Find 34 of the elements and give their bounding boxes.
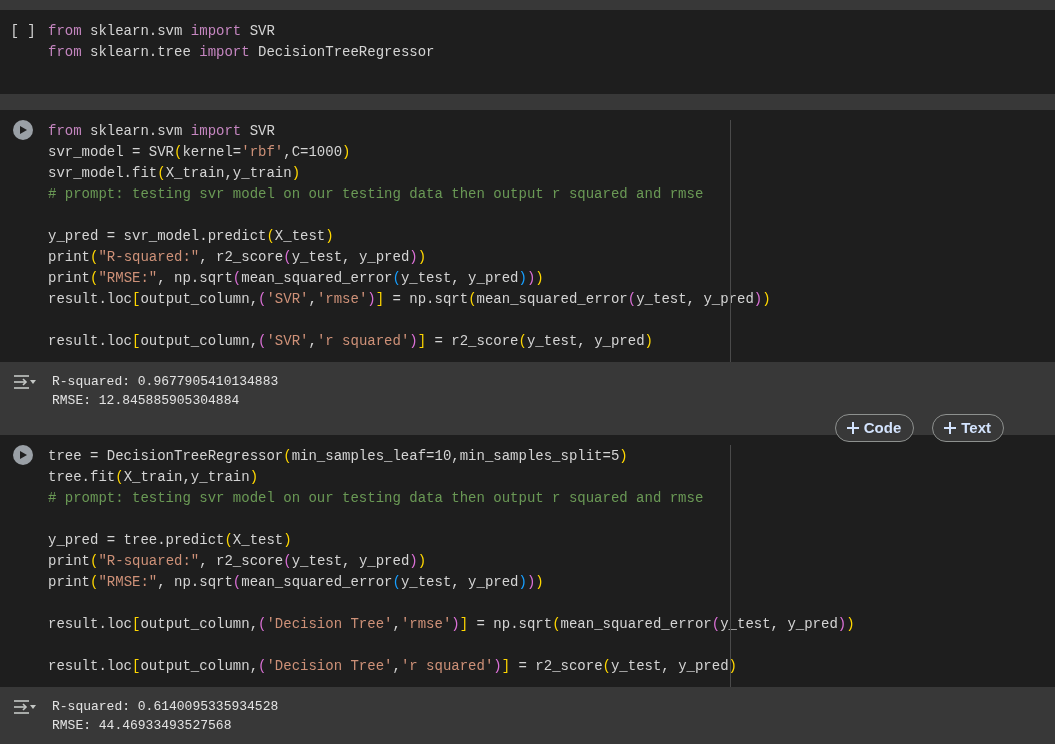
code-line: result.loc[output_column,('SVR','r squared')] = r2_score(y_test, y_pred)	[48, 332, 653, 351]
code-line: print("R-squared:", r2_score(y_test, y_pred))	[48, 552, 427, 571]
output-line: RMSE: 12.845885905304884	[52, 392, 241, 410]
code-line: from sklearn.tree import DecisionTreeRegressor	[48, 43, 435, 62]
add-text-button[interactable]: Text	[932, 414, 1004, 442]
code-line: print("RMSE:", np.sqrt(mean_squared_error(y_test, y_pred)))	[48, 269, 544, 288]
code-line: # prompt: testing svr model on our testing data then output r squared and rmse	[48, 185, 704, 204]
play-icon	[18, 125, 28, 135]
code-line: print("RMSE:", np.sqrt(mean_squared_error(y_test, y_pred)))	[48, 573, 544, 592]
code-line: print("R-squared:", r2_score(y_test, y_pred))	[48, 248, 427, 267]
run-cell-button[interactable]: [ ]	[10, 21, 36, 94]
code-line: y_pred = tree.predict(X_test)	[48, 531, 292, 550]
code-line: tree.fit(X_train,y_train)	[48, 468, 259, 487]
plus-icon	[845, 421, 860, 435]
code-line: svr_model.fit(X_train,y_train)	[48, 164, 301, 183]
code-line: result.loc[output_column,('SVR','rmse')] = np.sqrt(mean_squared_error(y_test, y_pred))	[48, 290, 771, 309]
code-line: from sklearn.svm import SVR	[48, 122, 275, 141]
run-cell-button[interactable]	[13, 120, 33, 140]
add-code-button[interactable]: Code	[834, 414, 915, 442]
output-line: RMSE: 44.46933493527568	[52, 717, 233, 735]
run-cell-button[interactable]	[13, 445, 33, 465]
output-line: R-squared: 0.6140095335934528	[52, 698, 279, 716]
code-line: from sklearn.svm import SVR	[48, 22, 275, 41]
code-line: result.loc[output_column,('Decision Tree','r squared')] = r2_score(y_test, y_pred)	[48, 657, 737, 676]
output-toggle-icon[interactable]	[13, 374, 37, 390]
code-line: # prompt: testing svr model on our testing data then output r squared and rmse	[48, 489, 704, 508]
play-icon	[18, 450, 28, 460]
code-line: result.loc[output_column,('Decision Tree','rmse')] = np.sqrt(mean_squared_error(y_test, y_pred))	[48, 615, 855, 634]
output-toggle-icon[interactable]	[13, 699, 37, 715]
plus-icon	[943, 421, 958, 435]
code-line: y_pred = svr_model.predict(X_test)	[48, 227, 334, 246]
code-line: tree = DecisionTreeRegressor(min_samples_leaf=10,min_samples_split=5)	[48, 447, 628, 466]
code-line: svr_model = SVR(kernel='rbf',C=1000)	[48, 143, 351, 162]
output-line: R-squared: 0.9677905410134883	[52, 373, 279, 391]
